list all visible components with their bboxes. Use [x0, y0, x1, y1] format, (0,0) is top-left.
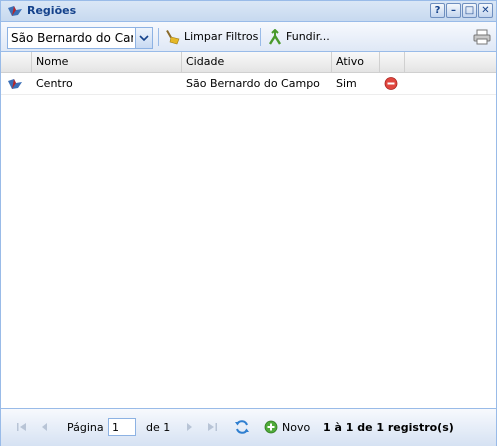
last-page-icon[interactable]	[206, 421, 218, 433]
broom-icon	[166, 30, 180, 45]
new-label: Novo	[282, 421, 311, 434]
next-page-icon[interactable]	[183, 421, 195, 433]
city-filter-combo[interactable]: São Bernardo do Campo	[7, 27, 153, 49]
header-icon-column	[1, 52, 32, 72]
close-button[interactable]: ✕	[478, 3, 493, 18]
paging-toolbar: Página 1 de 1 Novo 1 à 1 de 1 registro(s…	[1, 408, 496, 446]
cell-cidade: São Bernardo do Campo	[186, 77, 320, 90]
table-row[interactable]: Centro São Bernardo do Campo Sim	[1, 73, 496, 95]
grid-header: Nome Cidade Ativo	[1, 52, 496, 73]
first-page-icon[interactable]	[16, 421, 28, 433]
minimize-button[interactable]: –	[446, 3, 461, 18]
maximize-button[interactable]: □	[462, 3, 477, 18]
city-filter-input[interactable]: São Bernardo do Campo	[11, 29, 133, 47]
refresh-icon[interactable]	[234, 419, 250, 435]
toolbar-separator	[260, 28, 261, 46]
region-icon	[7, 5, 23, 17]
page-count: de 1	[146, 421, 171, 434]
new-button[interactable]: Novo	[263, 419, 318, 435]
clear-filters-label: Limpar Filtros	[184, 30, 259, 43]
merge-label: Fundir...	[286, 30, 330, 43]
region-icon	[7, 73, 27, 94]
records-summary: 1 à 1 de 1 registro(s)	[323, 421, 454, 434]
header-action-column	[380, 52, 405, 72]
regioes-window: Regiões ? – □ ✕ São Bernardo do Campo Li…	[0, 0, 497, 446]
header-cidade[interactable]: Cidade	[182, 52, 332, 72]
page-label: Página	[67, 421, 104, 434]
regions-grid: Nome Cidade Ativo Centro São Bernardo do…	[1, 52, 496, 408]
cell-nome: Centro	[36, 77, 73, 90]
toolbar-separator	[158, 28, 159, 46]
help-button[interactable]: ?	[430, 3, 445, 18]
toolbar: São Bernardo do Campo Limpar Filtros Fun…	[1, 22, 496, 52]
merge-button[interactable]: Fundir...	[267, 28, 337, 46]
header-ativo[interactable]: Ativo	[332, 52, 380, 72]
add-icon	[264, 420, 278, 434]
print-button[interactable]	[473, 28, 491, 46]
printer-icon	[473, 29, 491, 45]
merge-icon	[268, 29, 282, 45]
clear-filters-button[interactable]: Limpar Filtros	[165, 28, 259, 46]
window-title: Regiões	[27, 4, 77, 17]
header-nome[interactable]: Nome	[32, 52, 182, 72]
page-number-input[interactable]: 1	[108, 418, 136, 436]
chevron-down-icon[interactable]	[135, 28, 152, 48]
delete-icon[interactable]	[384, 73, 400, 94]
window-titlebar[interactable]: Regiões ? – □ ✕	[1, 1, 496, 22]
prev-page-icon[interactable]	[39, 421, 51, 433]
cell-ativo: Sim	[336, 77, 357, 90]
